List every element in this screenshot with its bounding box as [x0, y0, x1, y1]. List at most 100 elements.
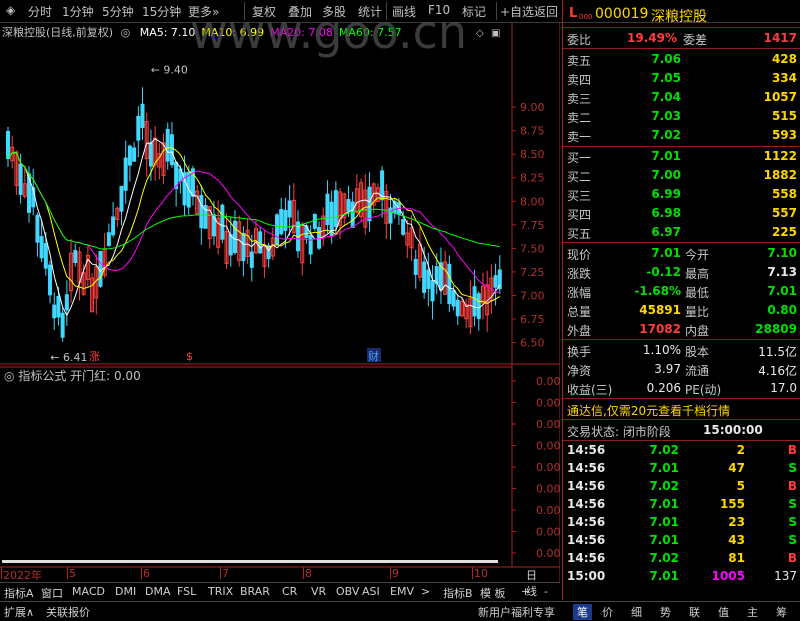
candle-body: [148, 142, 153, 167]
indicator-tab-7[interactable]: BRAR: [240, 585, 270, 598]
toolbar-item-3[interactable]: 15分钟: [142, 3, 181, 20]
indicator-tab-12[interactable]: EMV: [390, 585, 414, 598]
indicator-tab-6[interactable]: TRIX: [208, 585, 233, 598]
tick-volume: 5: [736, 479, 745, 493]
toolbar-item-11[interactable]: 标记: [462, 3, 486, 20]
indicator-tab-1[interactable]: 窗口: [41, 585, 63, 601]
detail-tab-1[interactable]: 价: [602, 604, 613, 620]
event-label-2: 财: [368, 349, 379, 363]
detail-tab-5[interactable]: 值: [718, 604, 729, 620]
candle-body: [493, 275, 498, 288]
date-label-2: 6: [143, 567, 150, 580]
candle-body: [401, 219, 406, 235]
tick-volume: 47: [728, 461, 745, 475]
candle-body: [98, 250, 103, 287]
watermark: www.goo.cn: [190, 22, 467, 59]
toolbar-item-2[interactable]: 5分钟: [102, 3, 134, 20]
toolbar-item-7[interactable]: 多股: [322, 3, 346, 20]
indicator-tab-3[interactable]: DMI: [115, 585, 136, 598]
divider: [563, 339, 800, 340]
related-quote-button[interactable]: 关联报价: [46, 604, 90, 620]
indicator-tab-10[interactable]: OBV: [336, 585, 359, 598]
stat-label: 最低: [685, 286, 710, 300]
divider: [563, 398, 800, 399]
tick-row: 14:56 7.02 2 B: [563, 441, 800, 460]
stat-label: 涨跌: [567, 267, 592, 281]
fin-value: 11.5亿: [758, 345, 797, 359]
toolbar-item-10[interactable]: F10: [428, 3, 450, 17]
tick-price: 7.02: [649, 551, 679, 565]
chart-scrollbar[interactable]: [2, 560, 498, 563]
toolbar-item-12[interactable]: +自选: [500, 3, 534, 20]
candle-body: [73, 250, 78, 264]
indicator-tab-17[interactable]: -: [544, 585, 548, 598]
indicator-tab-9[interactable]: VR: [311, 585, 326, 598]
quote-panel: L 000 000019 深粮控股 委比 19.49% 委差 1417 卖五 7.06 428 卖四 7…: [562, 0, 800, 600]
detail-tab-0[interactable]: 笔: [573, 604, 592, 620]
kline-chart[interactable]: 9.00 8.75 8.50 8.25 8.00 7.75 7.50 7.25 7.00 6.75…: [0, 22, 560, 582]
tick-time: 14:56: [567, 443, 606, 457]
maximize-icon[interactable]: ▣: [491, 28, 500, 39]
toolbar-item-13[interactable]: 返回: [534, 3, 558, 20]
detail-tab-2[interactable]: 细: [631, 604, 642, 620]
tick-price: 7.01: [649, 515, 679, 529]
toolbar-item-1[interactable]: 1分钟: [62, 3, 94, 20]
toolbar-item-5[interactable]: 复权: [252, 3, 276, 20]
candle-body: [220, 204, 225, 240]
indicator-tab-15[interactable]: 模 板: [480, 585, 506, 601]
indicator-tab-4[interactable]: DMA: [145, 585, 171, 598]
candle-body: [426, 269, 431, 289]
stat-value: 17082: [639, 322, 681, 336]
stat-label: 量比: [685, 305, 710, 319]
candle-body: [48, 264, 53, 296]
date-tick: [1, 567, 2, 579]
diamond-icon[interactable]: ◇: [476, 28, 484, 39]
detail-tab-7[interactable]: 筹: [776, 604, 787, 620]
candle-body: [140, 103, 145, 128]
date-tick: [141, 567, 142, 579]
indicator-tick-label: 0.00: [536, 461, 560, 474]
indicator-tab-0[interactable]: 指标A: [4, 585, 34, 601]
indicator-tab-16[interactable]: +: [521, 585, 530, 598]
indicator-tab-13[interactable]: >: [421, 585, 430, 598]
tick-side: S: [788, 497, 797, 511]
indicator-tab-8[interactable]: CR: [282, 585, 297, 598]
promo-link[interactable]: 新用户福利专享: [478, 604, 555, 620]
ask-volume: 515: [771, 109, 797, 123]
candle-body: [199, 195, 204, 229]
bid-row: 买五 6.97 225: [563, 223, 800, 242]
date-label-6: 10: [474, 567, 488, 580]
toolbar-item-8[interactable]: 统计: [358, 3, 382, 20]
ask-row: 卖五 7.06 428: [563, 50, 800, 69]
price-tick-label: 6.50: [520, 337, 545, 350]
bid-price: 7.01: [651, 149, 681, 163]
indicator-tab-5[interactable]: FSL: [177, 585, 196, 598]
detail-tab-6[interactable]: 主: [747, 604, 758, 620]
stat-row: 总量 45891 量比 0.80: [563, 301, 800, 320]
indicator-tab-14[interactable]: 指标B: [443, 585, 473, 601]
tick-row: 14:56 7.01 155 S: [563, 495, 800, 514]
stat-value: -0.12: [646, 265, 681, 279]
indicator-tab-2[interactable]: MACD: [72, 585, 105, 598]
candle-body: [136, 115, 141, 141]
toolbar-item-6[interactable]: 叠加: [288, 3, 312, 20]
indicator-tab-11[interactable]: ASI: [362, 585, 380, 598]
candle-body: [367, 186, 372, 222]
stat-value: 45891: [639, 303, 681, 317]
fin-row: 收益(三) 0.206 PE(动) 17.0: [563, 379, 800, 398]
toolbar-item-4[interactable]: 更多»: [188, 3, 219, 20]
menu-icon[interactable]: ◈: [6, 3, 15, 17]
fin-value: 1.10%: [642, 343, 681, 357]
level2-promo-link[interactable]: 通达信,仅需20元查看千档行情: [567, 402, 730, 419]
ask-volume: 428: [771, 52, 797, 66]
expand-button[interactable]: 扩展∧: [4, 604, 34, 620]
indicator-options-icon[interactable]: ◎: [4, 369, 14, 383]
candle-body: [413, 258, 418, 275]
detail-tab-3[interactable]: 势: [660, 604, 671, 620]
toolbar-item-9[interactable]: 画线: [392, 3, 416, 20]
toolbar-item-0[interactable]: 分时: [28, 3, 52, 20]
stat-label: 涨幅: [567, 286, 592, 300]
date-label-4: 8: [305, 567, 312, 580]
detail-tab-4[interactable]: 联: [689, 604, 700, 620]
date-axis: 2022年 5 6 7 8 9 10 日线: [0, 567, 537, 598]
